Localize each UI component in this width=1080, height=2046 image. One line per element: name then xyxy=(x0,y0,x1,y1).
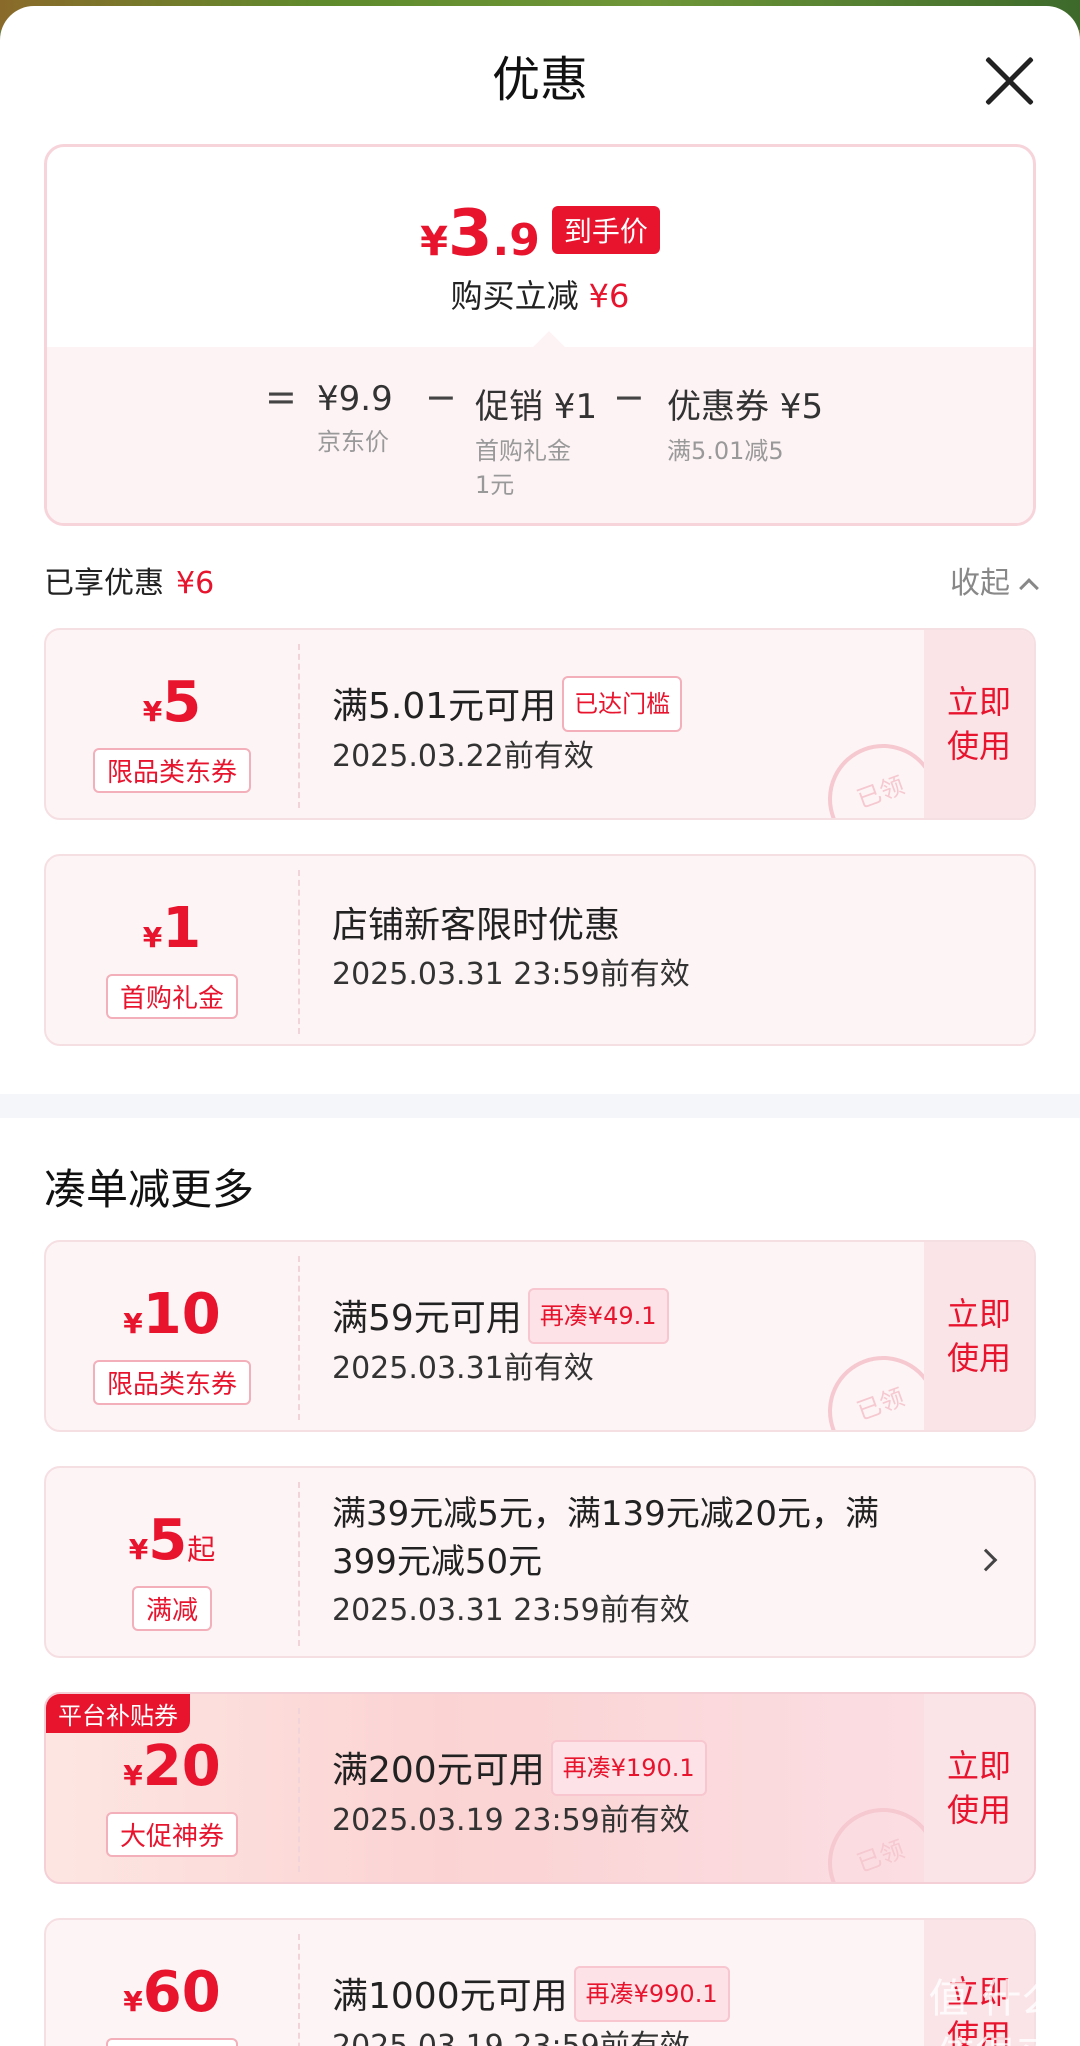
watermark-logo: 值 什么值得买 xyxy=(928,1976,1062,2046)
divider xyxy=(298,1708,300,1872)
notch xyxy=(533,331,565,347)
minus-sign: − xyxy=(425,375,457,419)
divider xyxy=(298,1934,300,2046)
coupon-kind: 限品类东券 xyxy=(46,748,298,793)
coupon-item: 优惠券 ¥5 满5.01减5 xyxy=(667,387,824,465)
coupon-amount: ¥5起 xyxy=(128,1508,216,1573)
promo-item: 促销 ¥1 首购礼金 1元 xyxy=(475,387,598,499)
coupon-expiry: 2025.03.31 23:59前有效 xyxy=(332,1593,690,1628)
collapse-button[interactable]: 收起 xyxy=(950,558,1039,602)
coupon-expiry: 2025.03.31前有效 xyxy=(332,1351,594,1386)
divider xyxy=(298,1256,300,1420)
coupon-amount: ¥5 xyxy=(142,670,202,735)
coupon-card[interactable]: 平台补贴券 ¥20 大促神券 满200元可用 再凑¥190.1 2025.03.1… xyxy=(44,1692,1036,1884)
need-more-badge: 再凑¥190.1 xyxy=(550,1740,707,1796)
divider xyxy=(298,1482,300,1646)
discount-sheet: 优惠 ¥3.9 到手价 购买立减 ¥6 = ¥9.9 京东价 − 促销 ¥1 首购礼… xyxy=(0,6,1080,2046)
coupon-expiry: 2025.03.19 23:59前有效 xyxy=(332,2026,904,2046)
coupon-amount: ¥20 xyxy=(123,1734,221,1799)
coupon-condition: 店铺新客限时优惠 xyxy=(332,905,621,946)
coupon-condition: 满5.01元可用 已达门槛 xyxy=(332,676,904,732)
section-separator xyxy=(0,1094,1080,1118)
jd-price: ¥9.9 京东价 xyxy=(317,379,393,456)
threshold-badge: 已达门槛 xyxy=(562,676,683,732)
coupon-card[interactable]: ¥10 限品类东券 满59元可用 再凑¥49.1 2025.03.31前有效 已领… xyxy=(44,1240,1036,1432)
coupon-amount: ¥60 xyxy=(123,1960,221,2025)
sheet-title: 优惠 xyxy=(491,52,588,108)
section-title: 凑单减更多 xyxy=(44,1165,255,1214)
coupon-condition: 满1000元可用 再凑¥990.1 xyxy=(332,1966,904,2022)
coupon-expiry: 2025.03.22前有效 xyxy=(332,739,594,774)
coupon-condition: 满59元可用 再凑¥49.1 xyxy=(332,1288,904,1344)
coupon-amount: ¥10 xyxy=(123,1282,221,1347)
divider xyxy=(298,870,300,1034)
coupon-card[interactable]: ¥1 首购礼金 店铺新客限时优惠 2025.03.31 23:59前有效 xyxy=(44,854,1036,1046)
final-price: ¥3.9 到手价 xyxy=(47,197,1033,271)
platform-subsidy-tag: 平台补贴券 xyxy=(46,1694,190,1733)
close-icon[interactable] xyxy=(982,54,1036,108)
coupon-condition-cont: 399元减50元 xyxy=(332,1542,543,1582)
use-now-button[interactable]: 立即 使用 xyxy=(924,630,1034,818)
need-more-badge: 再凑¥49.1 xyxy=(527,1288,669,1344)
enjoyed-discount: 已享优惠 ¥6 xyxy=(44,566,215,601)
coupon-condition: 满39元减5元，满139元减20元，满 xyxy=(332,1494,880,1534)
coupon-card[interactable]: ¥60 大促神券 满1000元可用再凑¥990.1 2025.03.19 23:… xyxy=(44,1918,1036,2046)
coupon-card[interactable]: ¥5 限品类东券 满5.01元可用 已达门槛 2025.03.22前有效 已领 立… xyxy=(44,628,1036,820)
save-line: 购买立减 ¥6 xyxy=(450,277,630,315)
coupon-amount: ¥1 xyxy=(142,896,202,961)
need-more-badge: 再凑¥990.1 xyxy=(573,1966,730,2022)
coupon-condition: 满200元可用 再凑¥190.1 xyxy=(332,1740,904,1796)
use-now-button[interactable]: 立即 使用 xyxy=(924,1694,1034,1882)
use-now-button[interactable]: 立即 使用 xyxy=(924,1242,1034,1430)
chevron-up-icon xyxy=(1019,578,1039,598)
coupon-kind: 满减 xyxy=(46,1586,298,1631)
equals-sign: = xyxy=(265,375,297,419)
price-summary: ¥3.9 到手价 购买立减 ¥6 = ¥9.9 京东价 − 促销 ¥1 首购礼金 1… xyxy=(44,144,1036,526)
final-price-tag: 到手价 xyxy=(551,206,660,254)
coupon-kind: 大促神券 xyxy=(46,2038,298,2046)
minus-sign: − xyxy=(613,375,645,419)
coupon-kind: 大促神券 xyxy=(46,1812,298,1857)
coupon-kind: 限品类东券 xyxy=(46,1360,298,1405)
chevron-right-icon[interactable] xyxy=(974,1548,998,1572)
coupon-card[interactable]: ¥5起 满减 满39元减5元，满139元减20元，满 399元减50元 2025… xyxy=(44,1466,1036,1658)
coupon-kind: 首购礼金 xyxy=(46,974,298,1019)
coupon-expiry: 2025.03.19 23:59前有效 xyxy=(332,1803,690,1838)
coupon-expiry: 2025.03.31 23:59前有效 xyxy=(332,957,690,992)
divider xyxy=(298,644,300,808)
